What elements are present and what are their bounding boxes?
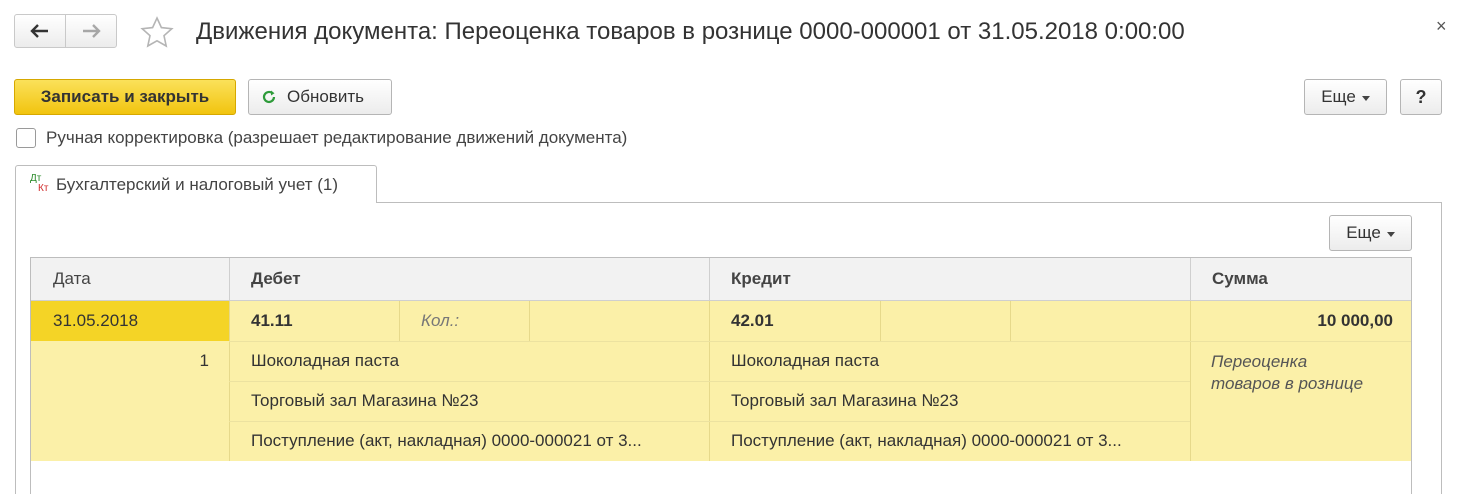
cell-content-line-1: Переоценка	[1211, 352, 1308, 371]
manual-adjust-checkbox[interactable]	[16, 128, 36, 148]
cell-credit-subconto-1: Шоколадная паста	[731, 351, 880, 370]
row-divider	[880, 301, 881, 341]
refresh-icon	[262, 90, 276, 104]
help-label: ?	[1415, 86, 1427, 107]
back-button[interactable]	[15, 15, 65, 47]
manual-adjust-label[interactable]: Ручная корректировка (разрешает редактир…	[46, 128, 627, 148]
save-and-close-label: Записать и закрыть	[40, 87, 210, 106]
row-divider	[399, 301, 400, 341]
close-icon[interactable]: ×	[1436, 16, 1447, 36]
dt-kt-icon: Дт Кт	[30, 173, 54, 197]
tab-accounting[interactable]: Дт Кт Бухгалтерский и налоговый учет (1)	[15, 165, 377, 203]
manual-adjust-row: Ручная корректировка (разрешает редактир…	[16, 128, 627, 148]
header-divider	[1190, 258, 1191, 301]
table-more-label: Еще	[1346, 223, 1381, 242]
cell-credit-subconto-2: Торговый зал Магазина №23	[731, 391, 959, 410]
more-button[interactable]: Еще	[1304, 79, 1387, 115]
arrow-left-icon	[30, 24, 48, 38]
cell-content: Переоценка товаров в рознице	[1211, 351, 1401, 395]
column-header-debit[interactable]: Дебет	[229, 258, 709, 301]
cell-debit-subconto-3: Поступление (акт, накладная) 0000-000021…	[251, 431, 642, 450]
save-and-close-button[interactable]: Записать и закрыть	[14, 79, 236, 115]
header-divider	[709, 258, 710, 301]
row-divider	[529, 301, 530, 341]
column-header-credit[interactable]: Кредит	[709, 258, 1190, 301]
cell-debit-subconto-1: Шоколадная паста	[251, 351, 400, 370]
cell-debit-subconto-2: Торговый зал Магазина №23	[251, 391, 479, 410]
kt-icon-text: Кт	[38, 182, 49, 194]
column-header-date[interactable]: Дата	[31, 258, 229, 301]
chevron-down-icon	[1386, 231, 1395, 237]
chevron-down-icon	[1361, 95, 1370, 101]
window-title: Движения документа: Переоценка товаров в…	[196, 18, 1185, 45]
arrow-right-icon	[83, 24, 101, 38]
forward-button[interactable]	[65, 15, 116, 47]
cell-debit-account: 41.11	[251, 311, 293, 330]
cell-debit-qty-label: Кол.:	[421, 311, 460, 330]
row-divider	[1010, 301, 1011, 341]
star-icon[interactable]	[140, 16, 174, 48]
cell-credit-subconto-3: Поступление (акт, накладная) 0000-000021…	[731, 431, 1122, 450]
cell-sum: 10 000,00	[1317, 311, 1393, 330]
header-divider	[229, 258, 230, 301]
cell-content-line-2: товаров в рознице	[1211, 374, 1364, 393]
tab-accounting-label: Бухгалтерский и налоговый учет (1)	[56, 174, 339, 194]
cell-date: 31.05.2018	[53, 311, 139, 330]
row-divider	[1190, 341, 1411, 342]
nav-buttons	[14, 14, 117, 48]
refresh-label: Обновить	[287, 87, 364, 106]
column-header-sum[interactable]: Сумма	[1190, 258, 1411, 301]
help-button[interactable]: ?	[1400, 79, 1442, 115]
table-more-button[interactable]: Еще	[1329, 215, 1412, 251]
cell-row-number: 1	[199, 351, 209, 370]
entries-table: Дата Дебет Кредит Сумма 31.05.2018 41.11…	[30, 257, 1412, 494]
cell-credit-account: 42.01	[731, 311, 774, 330]
refresh-button[interactable]: Обновить	[248, 79, 392, 115]
more-label: Еще	[1321, 87, 1356, 106]
